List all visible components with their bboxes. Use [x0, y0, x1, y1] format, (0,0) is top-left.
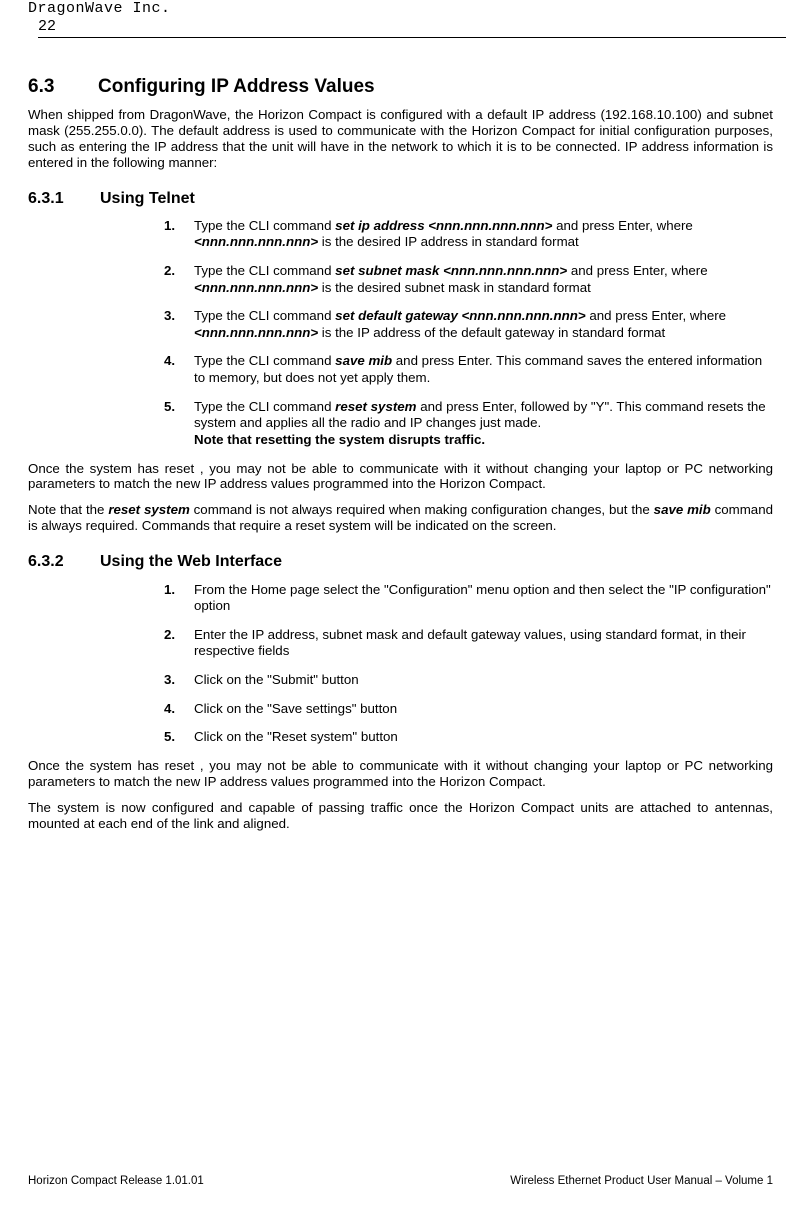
- item-number: 3.: [164, 672, 175, 689]
- item-number: 1.: [164, 218, 175, 235]
- heading-number: 6.3.1: [28, 189, 100, 208]
- heading-number: 6.3: [28, 76, 98, 99]
- heading-number: 6.3.2: [28, 552, 100, 571]
- heading-title: Configuring IP Address Values: [98, 76, 375, 97]
- list-item: 4. Type the CLI command save mib and pre…: [164, 353, 773, 386]
- after-telnet-para1: Once the system has reset , you may not …: [28, 461, 773, 493]
- list-item: 5. Click on the "Reset system" button: [164, 729, 773, 746]
- item-note: Note that resetting the system disrupts …: [194, 432, 485, 447]
- heading-6-3-2: 6.3.2Using the Web Interface: [28, 552, 773, 571]
- footer-left: Horizon Compact Release 1.01.01: [28, 1175, 204, 1189]
- page-footer: Horizon Compact Release 1.01.01 Wireless…: [28, 1175, 773, 1189]
- item-text: Type the CLI command set ip address <nnn…: [194, 218, 693, 250]
- item-number: 1.: [164, 582, 175, 599]
- intro-paragraph: When shipped from DragonWave, the Horizo…: [28, 107, 773, 171]
- item-number: 4.: [164, 353, 175, 370]
- item-text: Type the CLI command set subnet mask <nn…: [194, 263, 708, 295]
- list-item: 5. Type the CLI command reset system and…: [164, 399, 773, 449]
- item-text: Type the CLI command set default gateway…: [194, 308, 726, 340]
- after-web-para2: The system is now configured and capable…: [28, 800, 773, 832]
- footer-right: Wireless Ethernet Product User Manual – …: [510, 1175, 773, 1189]
- after-telnet-para2: Note that the reset system command is no…: [28, 502, 773, 534]
- web-steps: 1. From the Home page select the "Configu…: [164, 582, 773, 746]
- list-item: 1. Type the CLI command set ip address <…: [164, 218, 773, 251]
- header-company: DragonWave Inc.: [28, 0, 773, 18]
- heading-title: Using the Web Interface: [100, 553, 282, 570]
- list-item: 2. Type the CLI command set subnet mask …: [164, 263, 773, 296]
- list-item: 1. From the Home page select the "Configu…: [164, 582, 773, 615]
- list-item: 3. Type the CLI command set default gate…: [164, 308, 773, 341]
- item-number: 5.: [164, 399, 175, 416]
- after-web-para1: Once the system has reset , you may not …: [28, 758, 773, 790]
- item-number: 5.: [164, 729, 175, 746]
- heading-6-3-1: 6.3.1Using Telnet: [28, 189, 773, 208]
- item-text: Type the CLI command save mib and press …: [194, 353, 762, 385]
- heading-6-3: 6.3Configuring IP Address Values: [28, 76, 773, 99]
- heading-title: Using Telnet: [100, 190, 195, 207]
- list-item: 2. Enter the IP address, subnet mask and …: [164, 627, 773, 660]
- item-text: Click on the "Submit" button: [194, 672, 359, 687]
- item-number: 4.: [164, 701, 175, 718]
- header-page-number: 22: [38, 18, 786, 38]
- item-text: Enter the IP address, subnet mask and de…: [194, 627, 746, 659]
- item-text: Click on the "Save settings" button: [194, 701, 397, 716]
- item-number: 2.: [164, 627, 175, 644]
- item-number: 2.: [164, 263, 175, 280]
- item-text: Type the CLI command reset system and pr…: [194, 399, 766, 447]
- item-text: From the Home page select the "Configura…: [194, 582, 771, 614]
- list-item: 4. Click on the "Save settings" button: [164, 701, 773, 718]
- list-item: 3. Click on the "Submit" button: [164, 672, 773, 689]
- item-text: Click on the "Reset system" button: [194, 729, 398, 744]
- telnet-steps: 1. Type the CLI command set ip address <…: [164, 218, 773, 449]
- item-number: 3.: [164, 308, 175, 325]
